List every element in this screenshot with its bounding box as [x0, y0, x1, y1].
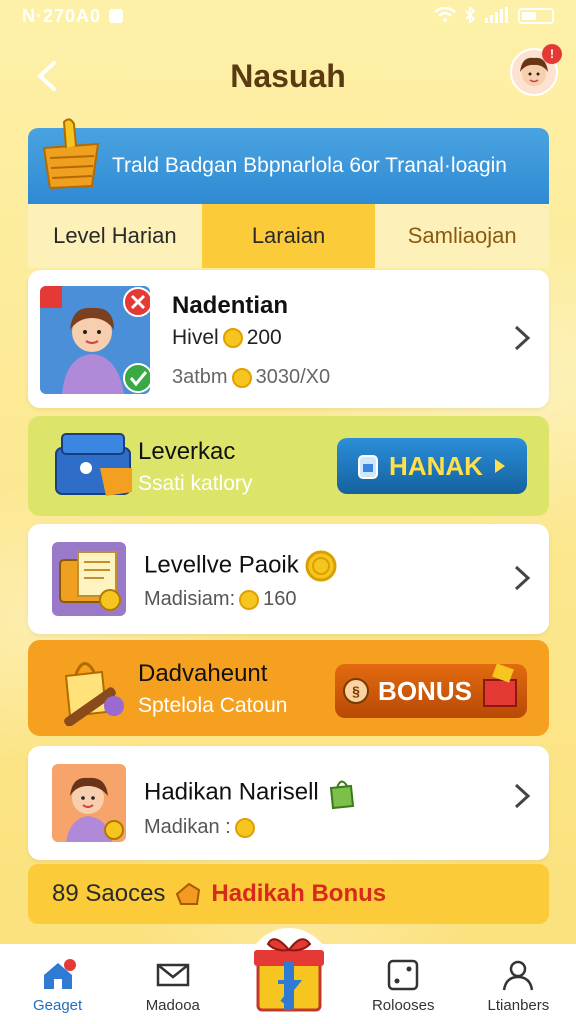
hand-icon [176, 882, 201, 905]
hanak-button[interactable]: HANAK [337, 438, 527, 494]
nav-item-rolooses[interactable]: Rolooses [346, 944, 461, 1024]
notification-badge: ! [542, 44, 562, 64]
bonus-button[interactable]: § BONUS [335, 664, 527, 718]
promo-banner: Trald Badgan Bbpnarlola 6or Tranal·loagi… [28, 118, 549, 204]
card2-subtitle: Ssati katlory [138, 472, 253, 495]
svg-text:§: § [352, 683, 360, 699]
bonus-strip-title: Hadikah Bonus [211, 880, 387, 907]
card4-title: Dadvaheunt [138, 660, 268, 687]
notification-icon [109, 9, 124, 23]
card1-progress: 3atbm 3030/X0 [172, 366, 330, 389]
bonus-strip[interactable]: 89 Saoces Hadikah Bonus [28, 864, 549, 924]
card3-reward: Madisiam: 160 [144, 588, 297, 611]
nav-label-geaget: Geaget [32, 997, 83, 1014]
bonus-strip-count: 89 Saoces [52, 880, 166, 907]
basket-icon [42, 118, 100, 190]
status-bar: N·270A0 [0, 0, 576, 32]
card3-title: Levellve Paoik [144, 550, 337, 582]
battery-icon [518, 8, 554, 24]
task-card-2: Leverkac Ssati katlory HANAK [28, 416, 549, 516]
card3-reward-label: Madisiam: [144, 588, 236, 610]
tab-samliaojan[interactable]: Samliaojan [375, 204, 549, 268]
wifi-icon [434, 6, 456, 26]
card1-level-value: 200 [246, 326, 282, 349]
home-icon [43, 959, 76, 989]
tab-level-harian[interactable]: Level Harian [28, 204, 202, 268]
card1-thumbnail [40, 286, 150, 394]
nav-label-madooa: Madooa [145, 997, 200, 1014]
chevron-left-icon [37, 61, 56, 91]
chevron-right-icon[interactable] [513, 324, 531, 352]
coin-icon [239, 589, 260, 610]
nav-label-rolooses: Rolooses [371, 997, 435, 1014]
coin-icon [234, 817, 255, 838]
card5-reward-label: Madikan : [144, 816, 231, 838]
card1-title: Nadentian [172, 292, 289, 319]
chevron-right-icon[interactable] [513, 564, 531, 592]
nav-label-ltianbers: Ltianbers [487, 997, 550, 1014]
card1-progress-value: 3030/X0 [255, 366, 331, 388]
gift-icon [247, 928, 331, 1012]
toolbox-icon [55, 433, 132, 496]
coin-icon [231, 367, 252, 388]
header: Nasuah ! [0, 44, 576, 108]
card4-subtitle: Sptelola Catoun [138, 694, 288, 717]
tab-laraian[interactable]: Laraian [201, 204, 376, 268]
card5-title: Hadikan Narisell [144, 776, 357, 810]
document-chest-icon [59, 551, 121, 611]
card2-title: Leverkac [138, 438, 236, 465]
card1-level: Hivel 200 [172, 326, 282, 350]
nav-item-madooa[interactable]: Madooa [115, 944, 230, 1024]
card5-reward: Madikan : [144, 816, 259, 839]
card1-level-label: Hivel [172, 326, 219, 349]
coin-icon [222, 328, 243, 349]
task-card-1[interactable]: Nadentian Hivel 200 3atbm 3030/X0 [28, 270, 549, 408]
status-text: N·270A0 [22, 5, 102, 26]
gold-coin-icon [305, 550, 337, 582]
task-card-5[interactable]: Hadikan Narisell Madikan : [28, 746, 549, 860]
card5-thumbnail [52, 764, 126, 842]
nav-item-ltianbers[interactable]: Ltianbers [461, 944, 576, 1024]
center-gift-button[interactable] [246, 918, 332, 1018]
green-bag-icon [330, 780, 355, 810]
chevron-right-icon[interactable] [513, 782, 531, 810]
task-card-4: Dadvaheunt Sptelola Catoun § BONUS [28, 640, 549, 736]
gift-box-icon [482, 664, 517, 707]
task-card-3[interactable]: Levellve Paoik Madisiam: 160 [28, 524, 549, 634]
mail-icon [156, 963, 190, 987]
jar-icon [358, 455, 379, 479]
nav-item-geaget[interactable]: Geaget [0, 944, 115, 1024]
bonus-label: BONUS [378, 675, 472, 706]
card3-reward-value: 160 [263, 588, 297, 610]
card3-thumbnail [52, 542, 126, 616]
play-icon [494, 459, 505, 473]
tab-bar: Level Harian Laraian Samliaojan [28, 204, 549, 268]
bag-icon [64, 662, 124, 726]
waving-person-icon [40, 286, 150, 394]
profile-icon [503, 960, 534, 991]
signal-icon [484, 6, 510, 26]
bonus-coin-icon: § [343, 678, 370, 704]
dice-icon [387, 959, 419, 991]
smiling-person-icon [66, 777, 124, 842]
banner-text: Trald Badgan Bbpnarlola 6or Tranal·loagi… [112, 154, 507, 177]
page-title: Nasuah [230, 57, 346, 94]
hanak-label: HANAK [389, 450, 483, 481]
back-button[interactable] [26, 56, 66, 96]
avatar[interactable]: ! [510, 44, 562, 96]
card1-progress-label: 3atbm [172, 366, 228, 388]
bluetooth-icon [464, 5, 476, 26]
